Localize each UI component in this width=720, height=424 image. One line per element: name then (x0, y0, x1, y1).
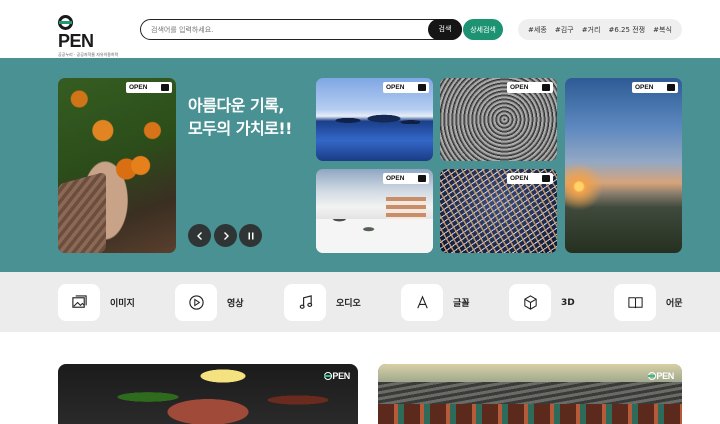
category-language[interactable]: 어문 (614, 284, 683, 321)
hero-photo-lake[interactable]: OPEN (316, 78, 433, 161)
advanced-search-button[interactable]: 상세검색 (463, 19, 503, 40)
open-badge: OPEN (632, 82, 678, 93)
hero-photo-frost[interactable]: OPEN (440, 169, 557, 253)
hero-banner: OPEN 아름다운 기록, 모두의 가치로!! OPEN OPEN OPEN O… (0, 58, 720, 272)
pause-icon (248, 232, 253, 239)
hero-photo-texture[interactable]: OPEN (440, 78, 557, 161)
font-icon (416, 295, 428, 309)
category-label: 글꼴 (453, 299, 470, 309)
category-label: 이미지 (110, 299, 135, 309)
search-input[interactable] (151, 22, 421, 37)
category-image[interactable]: 이미지 (58, 284, 135, 321)
open-badge: OPEN (507, 173, 553, 184)
hero-next-button[interactable] (214, 224, 237, 247)
tag-link[interactable]: #세종 (528, 25, 547, 35)
category-3d[interactable]: 3D (509, 284, 575, 321)
tag-link[interactable]: #김구 (555, 25, 574, 35)
logo-text: PEN (58, 31, 94, 51)
hero-photo-tangerine[interactable]: OPEN (58, 78, 176, 253)
image-icon (71, 295, 87, 308)
tag-link[interactable]: #복식 (653, 25, 672, 35)
category-label: 오디오 (336, 299, 361, 309)
play-icon (188, 295, 204, 310)
category-label: 어문 (666, 299, 683, 309)
cube-icon (523, 295, 537, 310)
tag-link[interactable]: #거리 (582, 25, 601, 35)
hero-photo-snow-village[interactable]: OPEN (316, 169, 433, 253)
category-font[interactable]: 글꼴 (401, 284, 470, 321)
category-label: 3D (561, 297, 575, 308)
hero-photo-sunset[interactable]: OPEN (565, 78, 682, 253)
hero-pause-button[interactable] (239, 224, 262, 247)
category-bar: 이미지 영상 오디오 글꼴 3D 어문 (0, 272, 720, 332)
card-open-logo: PEN (324, 371, 350, 381)
featured-card-hanok[interactable]: PEN (378, 364, 682, 424)
hero-title: 아름다운 기록, 모두의 가치로!! (188, 96, 292, 138)
chevron-left-icon (196, 231, 202, 240)
category-label: 영상 (227, 299, 244, 309)
open-badge: OPEN (126, 82, 172, 93)
open-badge: OPEN (507, 82, 553, 93)
tag-link[interactable]: #6.25 전쟁 (609, 25, 646, 35)
category-audio[interactable]: 오디오 (284, 284, 361, 321)
open-logo[interactable]: PEN 공공누리 · 공공저작물 자유이용허락 (58, 14, 118, 57)
popular-tags: #세종 #김구 #거리 #6.25 전쟁 #복식 (518, 19, 682, 40)
book-icon (627, 297, 643, 309)
chevron-right-icon (223, 231, 229, 240)
category-video[interactable]: 영상 (175, 284, 244, 321)
card-open-logo: PEN (648, 371, 674, 381)
search-button[interactable]: 검색 (428, 18, 462, 40)
music-note-icon (299, 295, 312, 309)
featured-card-food[interactable]: PEN (58, 364, 358, 424)
logo-o-mark (58, 15, 73, 30)
search-bar: 검색 (140, 18, 462, 40)
site-header: PEN 공공누리 · 공공저작물 자유이용허락 검색 상세검색 #세종 #김구 … (0, 0, 720, 58)
open-badge: OPEN (383, 173, 429, 184)
hero-prev-button[interactable] (188, 224, 211, 247)
open-badge: OPEN (383, 82, 429, 93)
